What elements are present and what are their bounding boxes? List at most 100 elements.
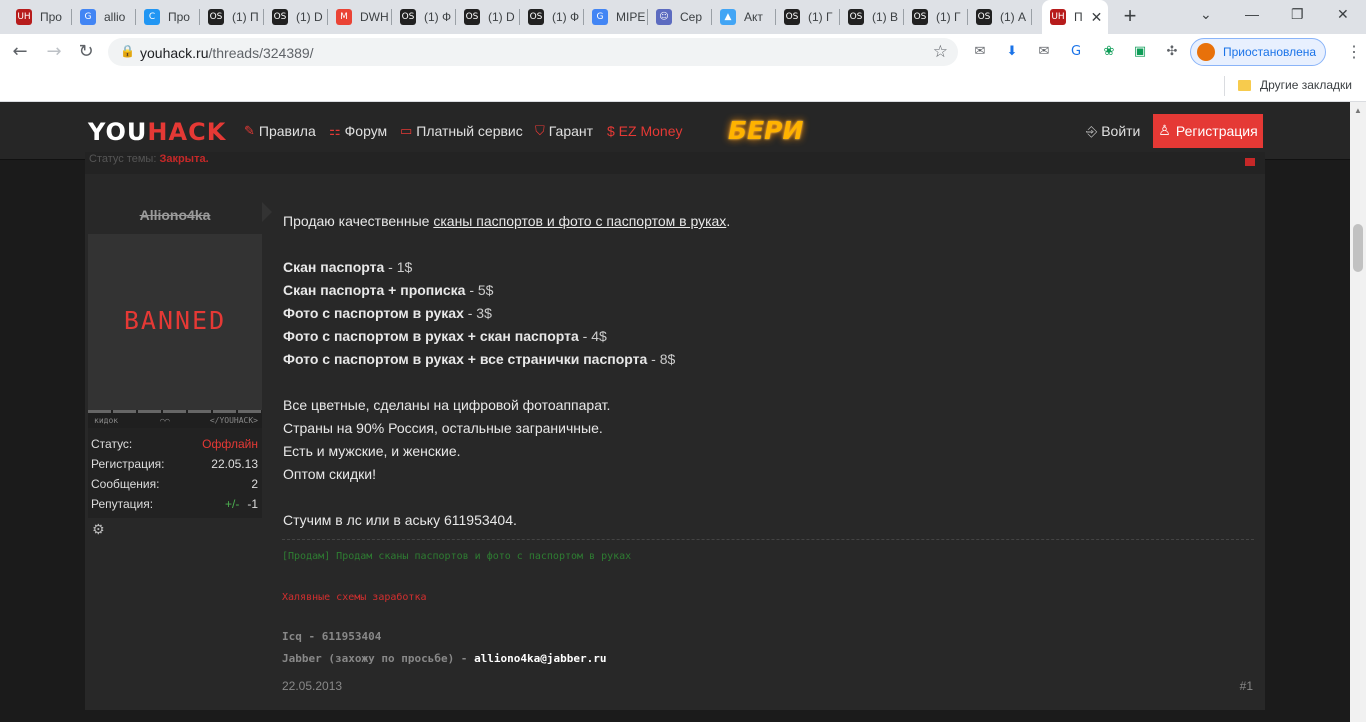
rank-ticks	[88, 410, 262, 413]
browser-tab[interactable]: C Про	[136, 4, 200, 30]
browser-tab[interactable]: ОS (1) П	[200, 4, 264, 30]
tab-label: allio	[104, 10, 126, 24]
nav-forum-label: Форум	[344, 123, 388, 139]
browser-tab[interactable]: M DWH	[328, 4, 392, 30]
bookmarks-folder-label: Другие закладки	[1260, 78, 1352, 92]
maximize-button[interactable]: ❐	[1291, 6, 1304, 23]
browser-tab[interactable]: ▲ Акт	[712, 4, 776, 30]
minimize-button[interactable]: —	[1245, 6, 1259, 22]
close-window-button[interactable]: ✕	[1337, 6, 1349, 23]
author-username[interactable]: Alliono4ka	[88, 196, 262, 234]
briefcase-icon: ▭	[400, 123, 413, 139]
report-flag-icon[interactable]	[1245, 158, 1255, 166]
logo-hack: HACK	[147, 118, 227, 146]
thread-status-value: Закрыта.	[159, 153, 209, 165]
nav-ez-money[interactable]: $ EZ Money	[607, 123, 682, 139]
thread-status-label: Статус темы:	[89, 153, 157, 165]
post-permalink[interactable]: #1	[1240, 679, 1253, 693]
mail-extension-icon[interactable]: ✉	[971, 43, 989, 61]
screen-extension-icon[interactable]: ▣	[1131, 43, 1149, 61]
signature-thread-link[interactable]: [Продам] Продам сканы паспортов и фото с…	[282, 551, 631, 562]
thread-status: Статус темы: Закрыта.	[89, 153, 209, 165]
bookmark-star-icon[interactable]: ☆	[933, 42, 948, 62]
browser-tab[interactable]: ОS (1) D	[456, 4, 520, 30]
browser-tab[interactable]: ОS (1) D	[264, 4, 328, 30]
intro-post: .	[726, 213, 731, 229]
register-button[interactable]: ♙ Регистрация	[1153, 114, 1263, 148]
tab-favicon-icon: ОS	[400, 9, 416, 25]
forward-icon[interactable]: →	[42, 40, 66, 64]
reload-icon[interactable]: ↻	[74, 40, 98, 64]
price-list: Скан паспорта - 1$ Скан паспорта + пропис…	[283, 256, 1253, 371]
logo-you: YOU	[88, 118, 148, 146]
signature-promo-link[interactable]: Халявные схемы заработка	[282, 592, 427, 603]
nav-paid-service[interactable]: ▭ Платный сервис	[400, 123, 523, 139]
price-item: Скан паспорта	[283, 259, 385, 275]
price-row: Скан паспорта + прописка - 5$	[283, 279, 1253, 302]
user-icon: ♙	[1158, 123, 1171, 139]
signature-icq: Icq - 611953404	[282, 630, 382, 643]
post: Alliono4ka BANNED кидок ⌒⌒ </YOUHACK> Ст…	[85, 174, 1265, 710]
tab-favicon-icon: ОS	[848, 9, 864, 25]
page-scrollbar[interactable]	[1350, 102, 1366, 722]
sitemap-icon: ⚏	[329, 123, 341, 139]
nav-guarantor[interactable]: ⛉ Гарант	[535, 123, 593, 139]
price-value: - 4$	[578, 328, 607, 344]
browser-tab[interactable]: ОS (1) В	[840, 4, 904, 30]
stat-status-label: Статус:	[91, 437, 133, 451]
browser-tab[interactable]: UH П ✕	[1042, 0, 1108, 34]
intro-link[interactable]: сканы паспортов и фото с паспортом в рук…	[433, 213, 726, 229]
browser-tab[interactable]: G MIPE	[584, 4, 648, 30]
login-link[interactable]: ⎆ Войти	[1086, 123, 1140, 140]
browser-tab[interactable]: Gallio	[72, 4, 136, 30]
tab-search-icon[interactable]: ⌄	[1200, 6, 1212, 23]
browser-tab[interactable]: UH Про	[8, 4, 72, 30]
browser-tab[interactable]: ОS (1) Г	[904, 4, 968, 30]
url-text: youhack.ru/threads/324389/	[140, 45, 314, 61]
tab-close-icon[interactable]: ✕	[1091, 9, 1103, 26]
tab-favicon-icon: ОS	[208, 9, 224, 25]
settings-gear-icon[interactable]: ⚙	[92, 522, 262, 538]
intro-line: Продаю качественные сканы паспортов и фо…	[283, 210, 1253, 233]
extensions-puzzle-icon[interactable]: ✣	[1163, 43, 1181, 61]
tab-label: Акт	[744, 10, 763, 24]
browser-tab[interactable]: ОS (1) А	[968, 4, 1032, 30]
tab-label: (1) D	[296, 10, 323, 24]
tab-label: Про	[168, 10, 190, 24]
language-extension-icon[interactable]: ❀	[1100, 43, 1118, 61]
stat-status: Статус: Оффлайн	[91, 434, 258, 454]
description-line: Оптом скидки!	[283, 466, 376, 482]
envelope-icon[interactable]: ✉	[1035, 43, 1053, 61]
signature: [Продам] Продам сканы паспортов и фото с…	[282, 539, 1254, 665]
other-bookmarks-folder[interactable]: Другие закладки	[1238, 78, 1352, 92]
author-avatar[interactable]: BANNED	[88, 234, 262, 410]
price-item: Фото с паспортом в руках + все странички…	[283, 351, 648, 367]
browser-tab[interactable]: ОS (1) Ф	[520, 4, 584, 30]
browser-tab[interactable]: ☺ Сер	[648, 4, 712, 30]
browser-tab[interactable]: ОS (1) Г	[776, 4, 840, 30]
price-item: Скан паспорта + прописка	[283, 282, 466, 298]
back-icon[interactable]: ←	[8, 40, 32, 64]
address-bar[interactable]: 🔒 youhack.ru/threads/324389/ ☆	[108, 38, 958, 66]
post-date[interactable]: 22.05.2013	[282, 679, 342, 693]
profile-button[interactable]: Приостановлена	[1190, 38, 1326, 66]
rat-icon: ⌒⌒	[160, 416, 170, 425]
site-logo[interactable]: YOUHACK	[88, 118, 226, 146]
tab-label: (1) Г	[808, 10, 833, 24]
nav-forum[interactable]: ⚏ Форум	[329, 123, 387, 139]
tab-label: DWH	[360, 10, 389, 24]
scroll-up-arrow-icon[interactable]: ▲	[1354, 106, 1362, 115]
translate-icon[interactable]: G	[1067, 43, 1085, 61]
rank-bar: кидок ⌒⌒ </YOUHACK>	[88, 410, 262, 428]
stat-msg-value: 2	[251, 477, 258, 491]
rep-plus-minus[interactable]: +/-	[225, 497, 239, 511]
promo-banner[interactable]: БЕРИ	[728, 116, 803, 145]
scrollbar-thumb[interactable]	[1353, 224, 1363, 272]
tab-label: Про	[40, 10, 62, 24]
new-tab-button[interactable]: +	[1118, 4, 1142, 28]
price-value: - 1$	[384, 259, 413, 275]
browser-tab[interactable]: ОS (1) Ф	[392, 4, 456, 30]
browser-menu-icon[interactable]: ⋮	[1346, 42, 1362, 62]
download-extension-icon[interactable]: ⬇	[1003, 43, 1021, 61]
nav-rules[interactable]: ✎ Правила	[244, 123, 316, 139]
